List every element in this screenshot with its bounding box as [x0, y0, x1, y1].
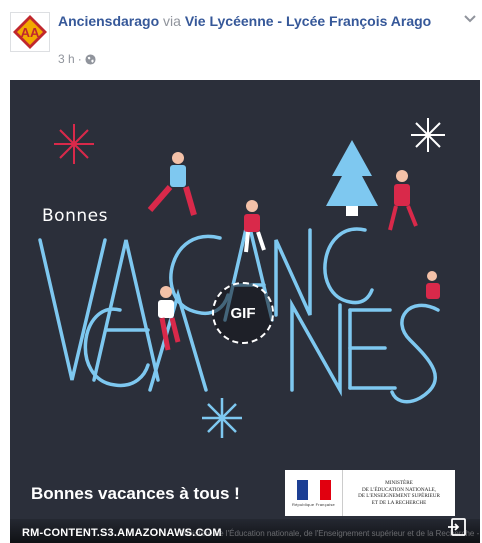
- post-meta: 3 h ·: [58, 52, 96, 66]
- avatar[interactable]: AA: [10, 12, 50, 52]
- group-link[interactable]: Vie Lycéenne - Lycée François Arago: [185, 13, 431, 29]
- avatar-logo-icon: AA: [11, 13, 49, 51]
- ministry-name: Ministère de l'Éducation nationale, de l…: [343, 480, 455, 506]
- figure-dancer: [147, 152, 197, 216]
- republic-flag: République Française: [285, 470, 343, 516]
- ministry-logo: République Française Ministère de l'Éduc…: [285, 470, 455, 516]
- via-text: via: [163, 13, 181, 29]
- author-link[interactable]: Anciensdarago: [58, 13, 159, 29]
- french-flag-icon: [296, 479, 331, 500]
- meta-separator: ·: [77, 52, 82, 66]
- republic-label: République Française: [292, 501, 335, 507]
- globe-icon[interactable]: [85, 53, 96, 65]
- gif-play-button[interactable]: GIF: [212, 282, 274, 344]
- white-snowflake-icon: [411, 118, 445, 152]
- source-domain[interactable]: RM-CONTENT.S3.AMAZONAWS.COM: [22, 527, 222, 539]
- gif-media[interactable]: Bonnes GIF Bonnes vacances à tous ! Répu…: [10, 80, 480, 543]
- figure-right: [426, 271, 440, 299]
- heading-bonnes: Bonnes: [42, 206, 108, 226]
- chevron-down-icon[interactable]: [463, 14, 477, 24]
- exit-fullscreen-icon[interactable]: [447, 517, 467, 537]
- post-time[interactable]: 3 h: [58, 52, 75, 66]
- gif-label: GIF: [230, 304, 256, 322]
- svg-text:AA: AA: [21, 25, 40, 40]
- ministry-line: et de la Recherche: [371, 499, 427, 506]
- ministry-line: de l'Enseignement supérieur: [358, 493, 440, 499]
- feed-post: AA Anciensdarago via Vie Lycéenne - Lycé…: [0, 0, 482, 543]
- faint-caption: Ministère de l'Éducation nationale, de l…: [180, 529, 480, 538]
- blue-snowflake-icon: [202, 398, 242, 438]
- red-snowflake-icon: [54, 124, 94, 164]
- christmas-tree-icon: [326, 140, 378, 216]
- figure-girl-red: [388, 170, 418, 231]
- tagline: Bonnes vacances à tous !: [31, 484, 240, 503]
- post-header: Anciensdarago via Vie Lycéenne - Lycée F…: [58, 12, 448, 30]
